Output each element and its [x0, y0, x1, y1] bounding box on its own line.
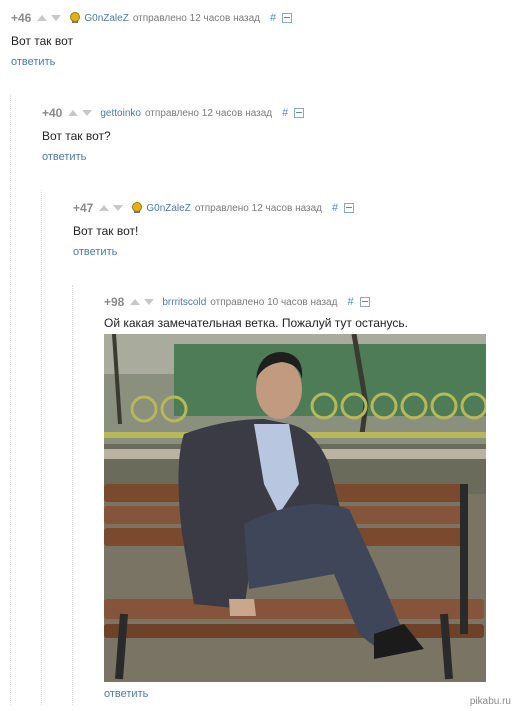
comment-score: +47: [73, 201, 94, 215]
downvote-arrow-icon[interactable]: [113, 205, 124, 211]
comment-header: +98 brrritscold отправлено 10 часов наза…: [104, 294, 408, 310]
collapse-icon[interactable]: [359, 297, 370, 307]
username-link[interactable]: G0nZaleZ: [146, 203, 190, 214]
post-time: отправлено 10 часов назад: [210, 296, 338, 308]
comment-score: +40: [42, 106, 63, 120]
comment: +46 G0nZaleZ отправлено 12 часов назад #…: [11, 10, 293, 70]
username-link[interactable]: brrritscold: [162, 297, 206, 308]
comment-permalink[interactable]: #: [270, 12, 276, 24]
comment-text: Вот так вот!: [73, 224, 139, 238]
comment-score: +98: [104, 295, 125, 309]
reply-link[interactable]: ответить: [11, 56, 55, 68]
comment-header: +46 G0nZaleZ отправлено 12 часов назад #: [11, 10, 293, 26]
comment-photo: [104, 334, 486, 682]
comment-header: +47 G0nZaleZ отправлено 12 часов назад #: [73, 200, 355, 216]
username-link[interactable]: G0nZaleZ: [84, 13, 128, 24]
post-time: отправлено 12 часов назад: [144, 107, 273, 119]
watermark: pikabu.ru: [469, 696, 511, 707]
downvote-arrow-icon[interactable]: [82, 110, 93, 116]
comment-text: Ой какая замечательная ветка. Пожалуй ту…: [104, 316, 408, 330]
gold-coin-icon: [132, 202, 143, 213]
thread-line-3: [72, 285, 73, 705]
reply-link[interactable]: ответить: [73, 246, 117, 258]
comment: +47 G0nZaleZ отправлено 12 часов назад #…: [73, 200, 355, 260]
thread-line-2: [41, 190, 42, 705]
post-time: отправлено 12 часов назад: [194, 202, 323, 214]
upvote-arrow-icon[interactable]: [68, 110, 79, 116]
comment-header: +40 gettoinko отправлено 12 часов назад …: [42, 105, 305, 121]
comment-score: +46: [11, 11, 32, 25]
gold-coin-icon: [70, 12, 81, 23]
collapse-icon[interactable]: [294, 108, 305, 118]
man-on-bench-illustration: [104, 334, 486, 682]
collapse-icon[interactable]: [282, 13, 293, 23]
reply-link[interactable]: ответить: [42, 151, 86, 163]
thread-line-1: [10, 95, 11, 705]
username-link[interactable]: gettoinko: [100, 108, 141, 119]
comment: +98 brrritscold отправлено 10 часов наза…: [104, 294, 408, 330]
upvote-arrow-icon[interactable]: [37, 15, 48, 21]
post-time: отправлено 12 часов назад: [132, 12, 261, 24]
comment-text: Вот так вот: [11, 34, 74, 48]
reply-link[interactable]: ответить: [104, 688, 148, 700]
comment-permalink[interactable]: #: [332, 202, 338, 214]
downvote-arrow-icon[interactable]: [51, 15, 62, 21]
upvote-arrow-icon[interactable]: [130, 299, 141, 305]
downvote-arrow-icon[interactable]: [144, 299, 155, 305]
comment: +40 gettoinko отправлено 12 часов назад …: [42, 105, 305, 165]
comment-permalink[interactable]: #: [347, 296, 353, 308]
comment-permalink[interactable]: #: [282, 107, 288, 119]
collapse-icon[interactable]: [344, 203, 355, 213]
comment-text: Вот так вот?: [42, 129, 111, 143]
upvote-arrow-icon[interactable]: [99, 205, 110, 211]
